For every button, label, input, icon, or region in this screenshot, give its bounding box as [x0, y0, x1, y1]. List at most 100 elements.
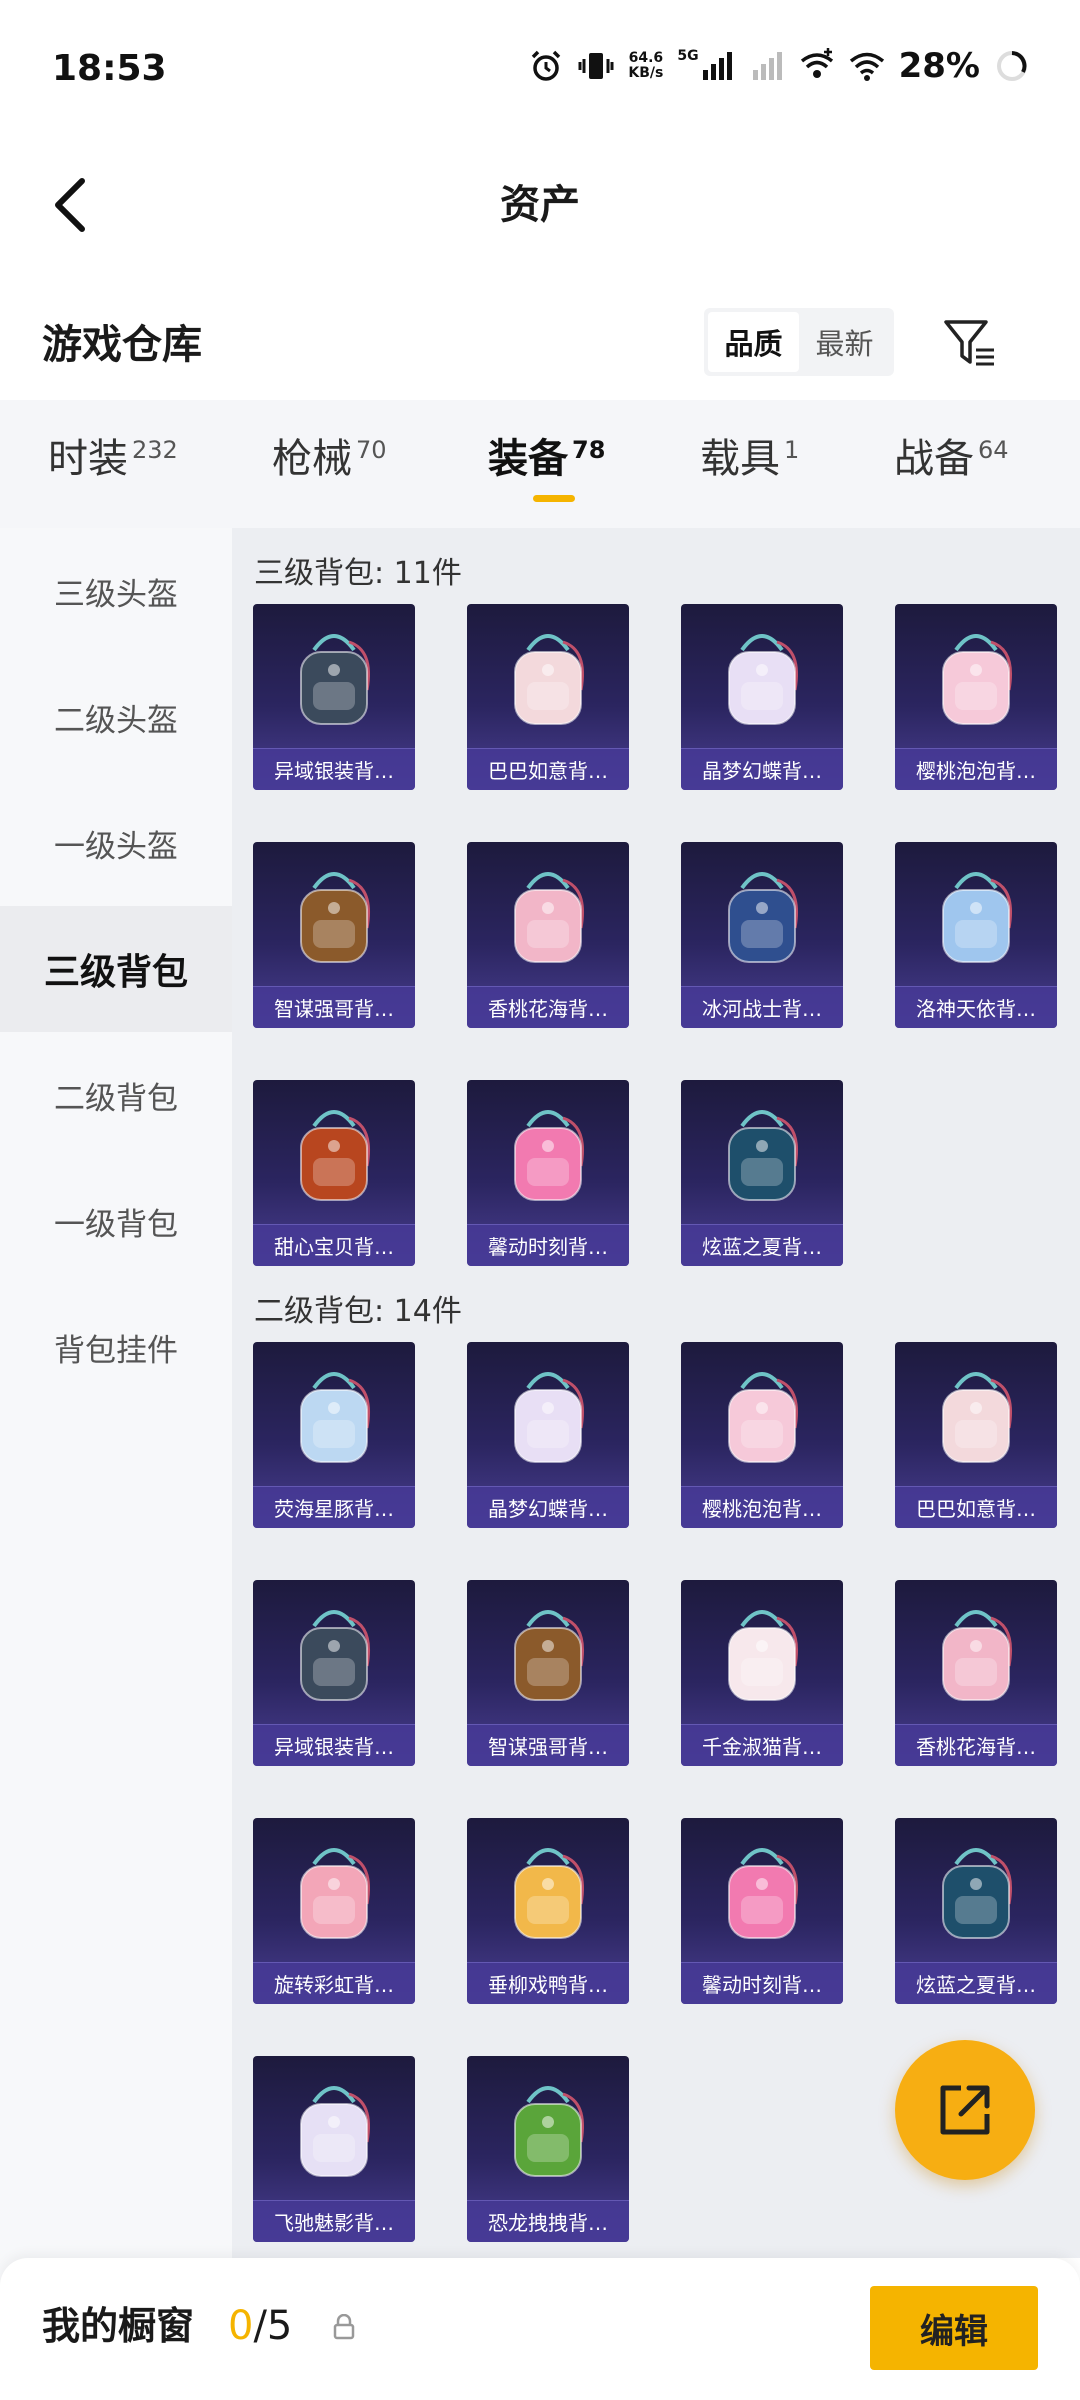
- backpack-icon: [514, 634, 584, 725]
- item-card[interactable]: 炫蓝之夏背…: [681, 1080, 843, 1266]
- sidebar: 三级头盔 二级头盔 一级头盔 三级背包 二级背包 一级背包 背包挂件: [0, 528, 232, 2400]
- tab-count: 232: [132, 435, 178, 464]
- item-card[interactable]: 樱桃泡泡背…: [681, 1342, 843, 1528]
- sidebar-item-lv3-helmet[interactable]: 三级头盔: [0, 528, 232, 654]
- share-button[interactable]: [895, 2040, 1035, 2180]
- sidebar-item-lv1-backpack[interactable]: 一级背包: [0, 1158, 232, 1284]
- backpack-icon: [300, 2086, 370, 2177]
- item-name: 洛神天依背…: [895, 986, 1057, 1028]
- vibrate-icon: [578, 53, 614, 79]
- item-grid-area: 三级背包: 11件 异域银装背… 巴巴如意背… 晶梦幻蝶背… 樱桃泡泡背… 智谋强哥背… 香…: [232, 528, 1080, 2258]
- item-name: 恐龙拽拽背…: [467, 2200, 629, 2242]
- item-card[interactable]: 千金淑猫背…: [681, 1580, 843, 1766]
- item-card[interactable]: 智谋强哥背…: [467, 1580, 629, 1766]
- backpack-icon: [300, 1110, 370, 1201]
- item-card[interactable]: 巴巴如意背…: [895, 1342, 1057, 1528]
- signal-full-icon: [702, 52, 732, 80]
- tab-fashion[interactable]: 时装 232: [48, 426, 178, 506]
- item-name: 炫蓝之夏背…: [895, 1962, 1057, 2004]
- backpack-icon: [728, 872, 798, 963]
- sort-toggle: 品质 最新: [704, 308, 894, 376]
- item-card[interactable]: 飞驰魅影背…: [253, 2056, 415, 2242]
- tab-vehicles[interactable]: 载具 1: [700, 426, 799, 506]
- item-card[interactable]: 樱桃泡泡背…: [895, 604, 1057, 790]
- item-card[interactable]: 恐龙拽拽背…: [467, 2056, 629, 2242]
- item-name: 异域银装背…: [253, 748, 415, 790]
- item-card[interactable]: 香桃花海背…: [895, 1580, 1057, 1766]
- item-card[interactable]: 旋转彩虹背…: [253, 1818, 415, 2004]
- showcase-title: 我的橱窗: [42, 2304, 195, 2348]
- item-card[interactable]: 晶梦幻蝶背…: [467, 1342, 629, 1528]
- item-name: 甜心宝贝背…: [253, 1224, 415, 1266]
- item-card[interactable]: 晶梦幻蝶背…: [681, 604, 843, 790]
- showcase-bar: 我的橱窗 0/5 编辑: [0, 2258, 1080, 2400]
- item-card[interactable]: 炫蓝之夏背…: [895, 1818, 1057, 2004]
- wifi-icon: [849, 52, 884, 81]
- sidebar-item-backpack-charm[interactable]: 背包挂件: [0, 1284, 232, 1410]
- item-name: 樱桃泡泡背…: [681, 1486, 843, 1528]
- tab-equipment[interactable]: 装备 78: [488, 426, 605, 506]
- backpack-icon: [300, 872, 370, 963]
- item-name: 巴巴如意背…: [467, 748, 629, 790]
- edit-button[interactable]: 编辑: [870, 2286, 1038, 2370]
- sidebar-item-lv3-backpack[interactable]: 三级背包: [0, 906, 232, 1032]
- backpack-icon: [514, 872, 584, 963]
- item-name: 晶梦幻蝶背…: [467, 1486, 629, 1528]
- tab-guns[interactable]: 枪械 70: [272, 426, 387, 506]
- tab-label: 时装: [48, 436, 128, 482]
- item-card[interactable]: 香桃花海背…: [467, 842, 629, 1028]
- tab-supplies[interactable]: 战备 64: [894, 426, 1009, 506]
- backpack-icon: [942, 872, 1012, 963]
- active-tab-indicator: [533, 495, 575, 502]
- tab-count: 64: [978, 435, 1009, 464]
- item-name: 炫蓝之夏背…: [681, 1224, 843, 1266]
- sort-option-newest[interactable]: 最新: [799, 312, 890, 372]
- item-name: 冰河战士背…: [681, 986, 843, 1028]
- item-card[interactable]: 巴巴如意背…: [467, 604, 629, 790]
- tab-count: 78: [572, 435, 606, 464]
- warehouse-row: 游戏仓库 品质 最新: [0, 290, 1080, 400]
- network-type: 5G: [677, 48, 699, 64]
- item-name: 晶梦幻蝶背…: [681, 748, 843, 790]
- item-name: 馨动时刻背…: [681, 1962, 843, 2004]
- net-speed-value: 64.6: [628, 50, 664, 66]
- showcase-current: 0: [228, 2303, 254, 2349]
- item-name: 巴巴如意背…: [895, 1486, 1057, 1528]
- backpack-icon: [728, 1372, 798, 1463]
- item-name: 樱桃泡泡背…: [895, 748, 1057, 790]
- net-speed: 64.6 KB/s: [628, 51, 663, 81]
- backpack-icon: [300, 1848, 370, 1939]
- backpack-icon: [728, 634, 798, 725]
- item-name: 智谋强哥背…: [467, 1724, 629, 1766]
- item-card[interactable]: 智谋强哥背…: [253, 842, 415, 1028]
- item-card[interactable]: 荧海星豚背…: [253, 1342, 415, 1528]
- sidebar-item-lv2-backpack[interactable]: 二级背包: [0, 1032, 232, 1158]
- item-card[interactable]: 甜心宝贝背…: [253, 1080, 415, 1266]
- battery-ring-icon: [997, 51, 1027, 81]
- sidebar-item-lv1-helmet[interactable]: 一级头盔: [0, 780, 232, 906]
- item-card[interactable]: 垂柳戏鸭背…: [467, 1818, 629, 2004]
- item-card[interactable]: 异域银装背…: [253, 1580, 415, 1766]
- filter-button[interactable]: [930, 308, 1010, 378]
- backpack-icon: [728, 1610, 798, 1701]
- item-card[interactable]: 异域银装背…: [253, 604, 415, 790]
- category-tabs: 时装 232 枪械 70 装备 78 载具 1 战备 64: [0, 400, 1080, 528]
- backpack-icon: [514, 1610, 584, 1701]
- sidebar-item-lv2-helmet[interactable]: 二级头盔: [0, 654, 232, 780]
- backpack-icon: [514, 1372, 584, 1463]
- backpack-icon: [300, 634, 370, 725]
- item-card[interactable]: 冰河战士背…: [681, 842, 843, 1028]
- status-icons: 64.6 KB/s 5G 28%: [528, 46, 1030, 86]
- share-external-icon: [940, 2085, 990, 2135]
- item-name: 千金淑猫背…: [681, 1724, 843, 1766]
- backpack-icon: [514, 1848, 584, 1939]
- backpack-icon: [300, 1372, 370, 1463]
- tab-label: 载具: [700, 436, 780, 482]
- signal-weak-icon: [752, 52, 782, 80]
- section-title: 二级背包: 14件: [254, 1294, 462, 1329]
- item-card[interactable]: 馨动时刻背…: [681, 1818, 843, 2004]
- item-card[interactable]: 洛神天依背…: [895, 842, 1057, 1028]
- item-card[interactable]: 馨动时刻背…: [467, 1080, 629, 1266]
- sort-option-quality[interactable]: 品质: [708, 312, 799, 372]
- status-time: 18:53: [52, 48, 167, 89]
